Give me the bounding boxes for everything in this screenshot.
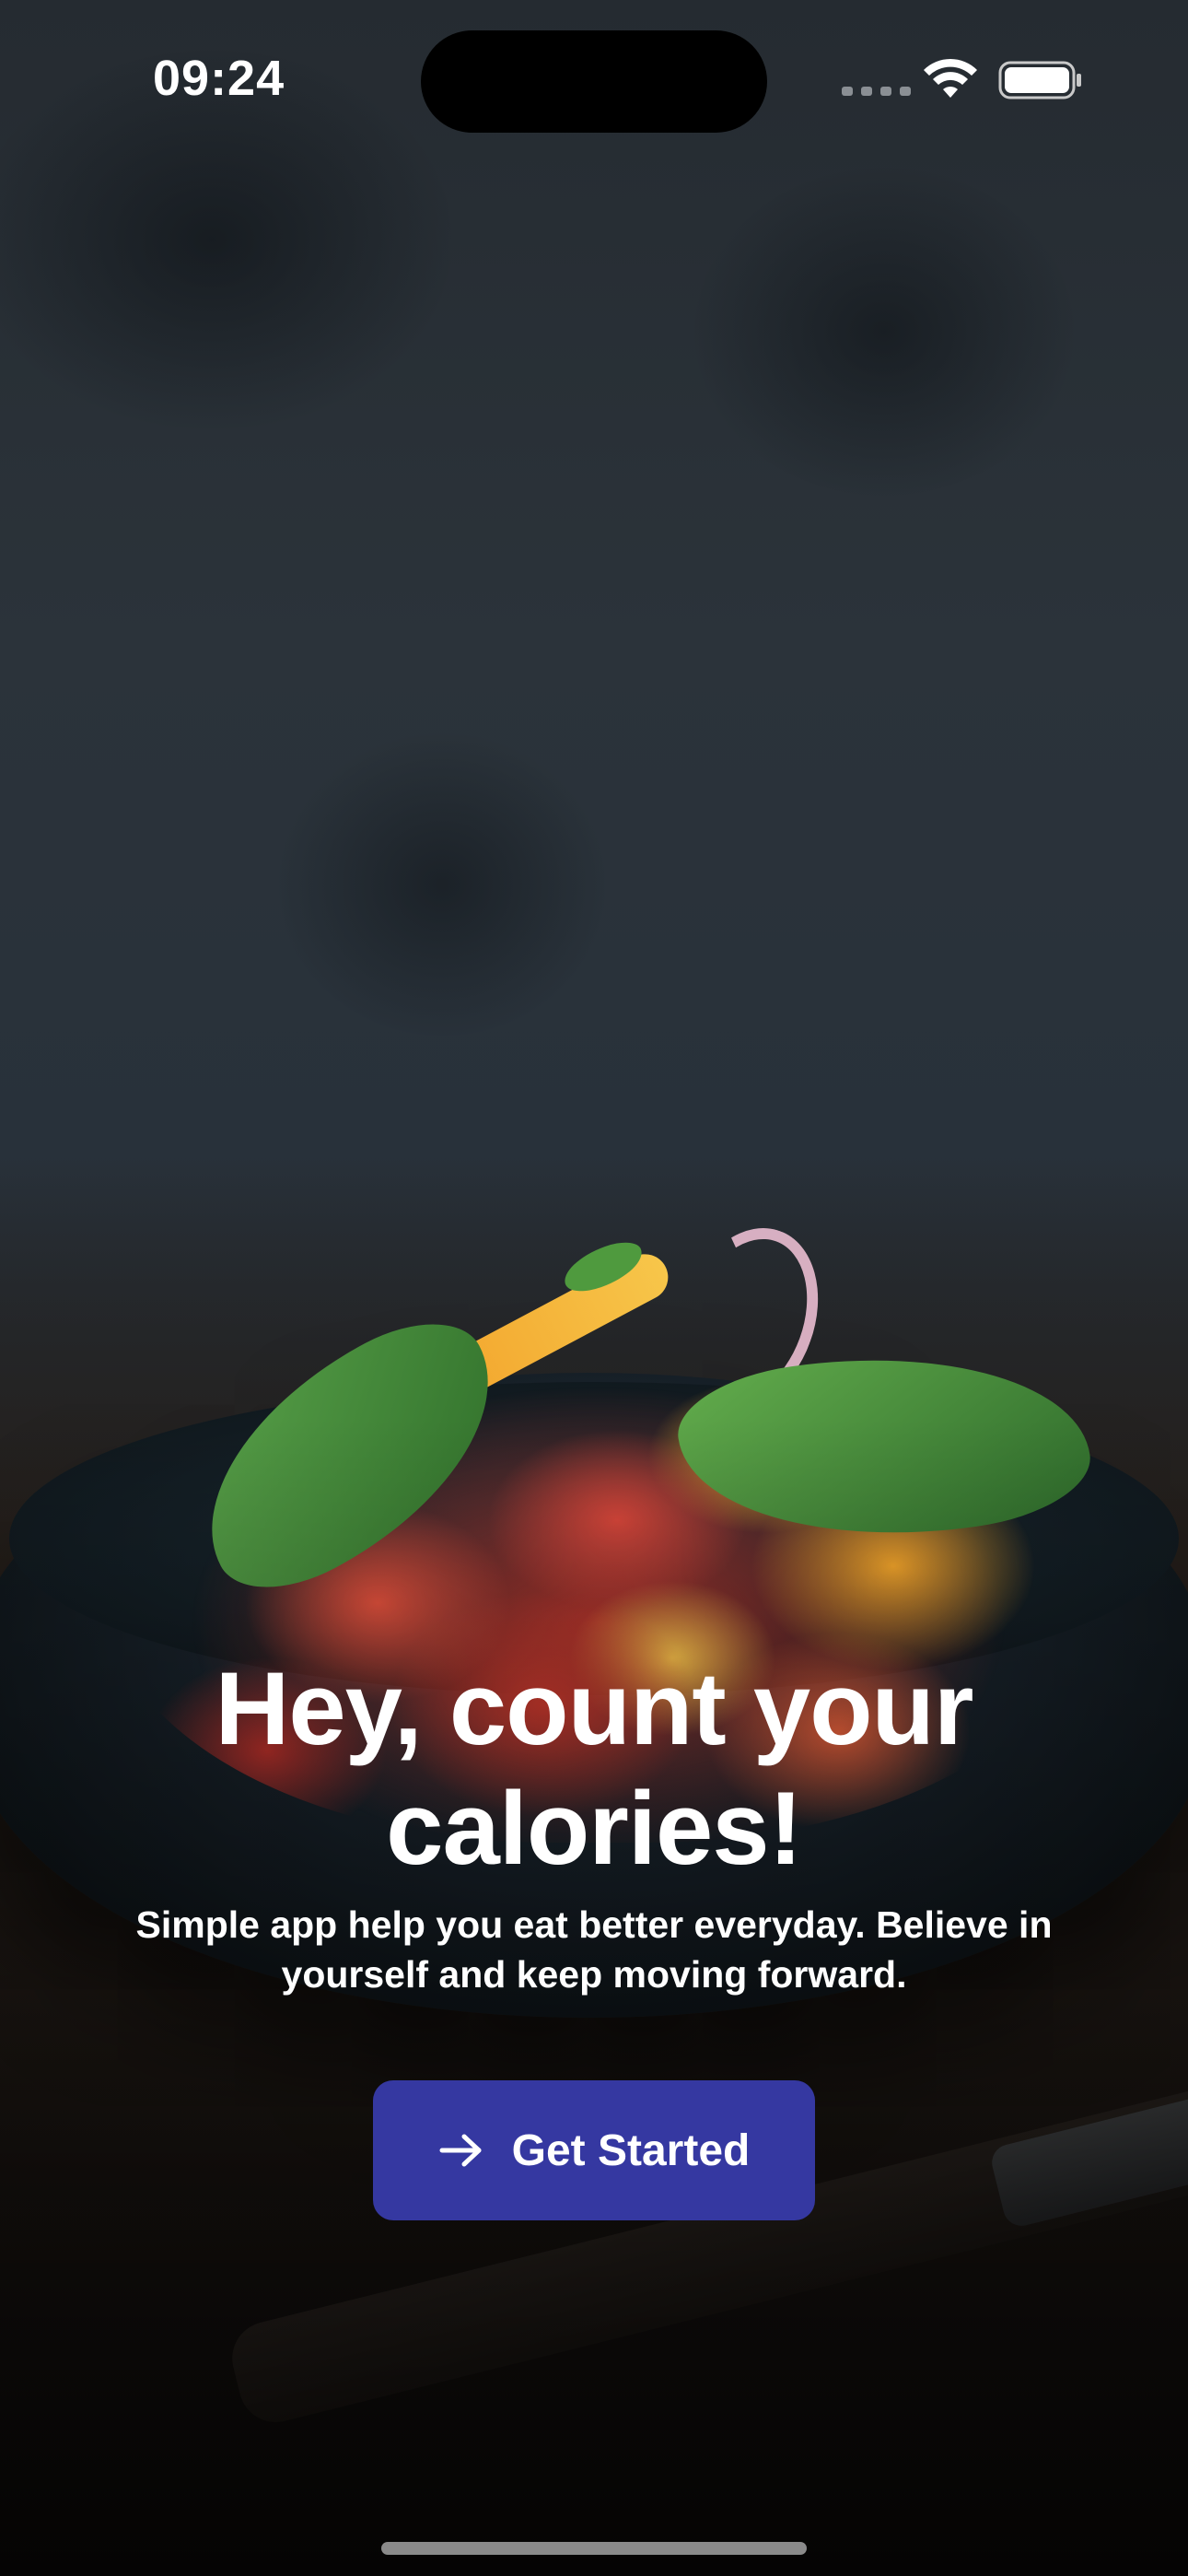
arrow-right-icon [439,2134,482,2167]
onboarding-screen: 09:24 Hey, count your calories! Simple a… [0,0,1188,2576]
home-indicator[interactable] [381,2542,807,2555]
status-bar: 09:24 [0,0,1188,157]
dynamic-island [421,30,767,133]
headline: Hey, count your calories! [215,1651,973,1886]
signal-icon [842,87,911,96]
subtitle: Simple app help you eat better everyday.… [135,1903,1053,1996]
get-started-button[interactable]: Get Started [373,2080,815,2220]
get-started-label: Get Started [511,2125,751,2175]
battery-icon [998,61,1081,100]
wifi-icon [924,58,977,98]
status-time: 09:24 [153,51,285,106]
